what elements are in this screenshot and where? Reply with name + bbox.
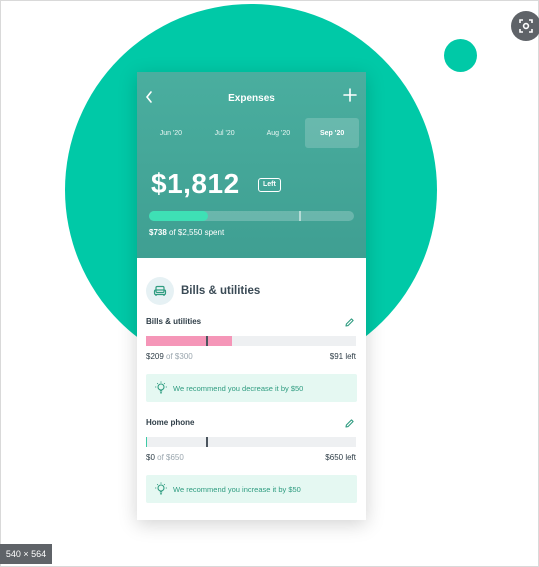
visual-search-button[interactable]	[511, 11, 539, 41]
decorative-dot	[444, 39, 477, 72]
tab-sep-20[interactable]: Sep '20	[305, 118, 359, 148]
spent-total: of $2,550 spent	[166, 228, 225, 237]
item-spent: $0 of $650	[146, 453, 184, 462]
budget-bar-home-phone	[146, 437, 356, 447]
edit-pencil-icon[interactable]	[344, 317, 355, 328]
remaining-amount: $1,812	[151, 168, 240, 199]
recommendation-increase[interactable]: We recommend you increase it by $50	[146, 475, 357, 503]
budget-total: of $300	[163, 352, 193, 361]
budget-bar-fill	[146, 437, 148, 447]
edit-pencil-icon[interactable]	[344, 418, 355, 429]
budget-bar-fill	[146, 336, 233, 346]
recommendation-text: We recommend you increase it by $50	[173, 484, 301, 494]
month-tabs: Jun '20 Jul '20 Aug '20 Sep '20	[144, 118, 359, 148]
tab-jun-20[interactable]: Jun '20	[144, 118, 198, 148]
expenses-header: Expenses Jun '20 Jul '20 Aug '20 Sep '20…	[137, 72, 366, 258]
category-heading: Bills & utilities	[146, 277, 260, 305]
item-spent: $209 of $300	[146, 352, 193, 361]
lens-icon	[519, 19, 533, 33]
budget-total: of $650	[154, 453, 184, 462]
budget-bar-bills-utilities	[146, 336, 356, 346]
budget-progress-bar	[149, 211, 354, 221]
spent-amount: $738	[149, 228, 167, 237]
category-title: Bills & utilities	[181, 285, 261, 297]
budget-progress-fill	[149, 211, 209, 221]
recommendation-text: We recommend you decrease it by $50	[173, 383, 304, 393]
budget-progress-marker	[299, 211, 301, 221]
spent-value: $0	[146, 453, 155, 462]
budget-bar-marker	[206, 437, 208, 447]
budget-bar-marker	[206, 336, 208, 346]
phone-screen: Expenses Jun '20 Jul '20 Aug '20 Sep '20…	[137, 72, 366, 520]
spent-value: $209	[146, 352, 164, 361]
left-badge: Left	[258, 178, 281, 192]
image-size-label: 540 × 564	[0, 544, 52, 564]
item-left: $650 left	[325, 453, 356, 462]
item-left: $91 left	[329, 352, 356, 361]
tab-aug-20[interactable]: Aug '20	[252, 118, 306, 148]
item-label-home-phone: Home phone	[146, 418, 195, 427]
lightbulb-icon	[155, 381, 167, 394]
armchair-icon	[146, 277, 174, 305]
page-title: Expenses	[228, 93, 275, 104]
add-icon[interactable]	[342, 87, 358, 103]
tab-jul-20[interactable]: Jul '20	[198, 118, 252, 148]
recommendation-decrease[interactable]: We recommend you decrease it by $50	[146, 374, 357, 402]
lightbulb-icon	[155, 482, 167, 495]
item-label-bills-utilities: Bills & utilities	[146, 317, 202, 326]
spent-summary: $738 of $2,550 spent	[149, 228, 224, 237]
